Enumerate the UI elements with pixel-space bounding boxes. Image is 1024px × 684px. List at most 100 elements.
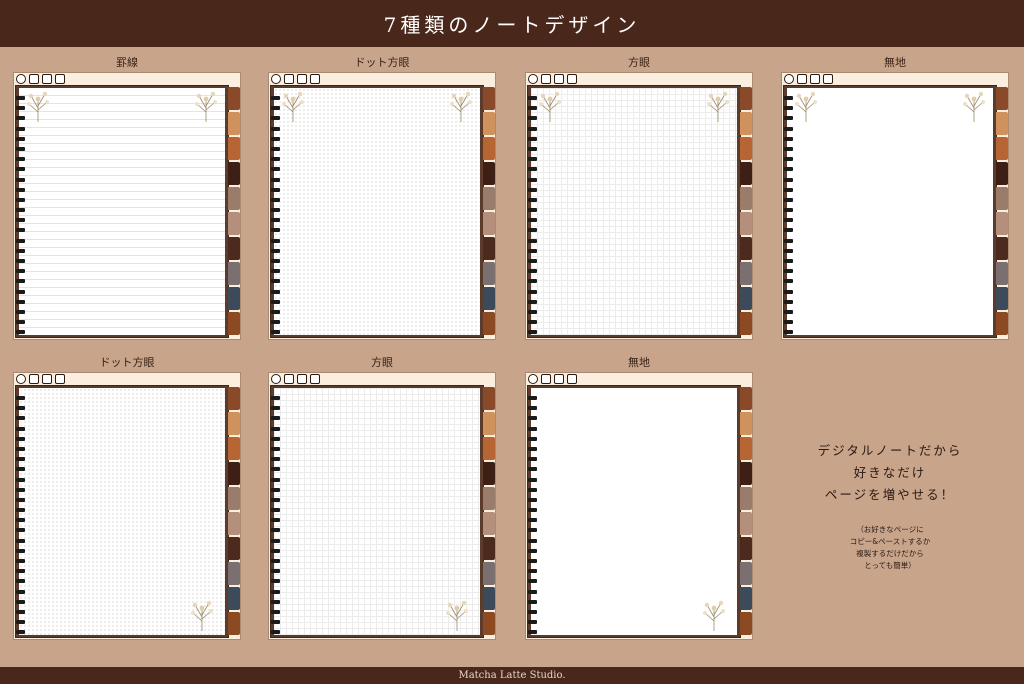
mail-icon[interactable] — [567, 374, 577, 384]
mail-icon[interactable] — [55, 374, 65, 384]
index-tab[interactable] — [483, 87, 495, 110]
home-icon[interactable] — [528, 74, 538, 84]
index-tab[interactable] — [228, 387, 240, 410]
index-tab[interactable] — [228, 562, 240, 585]
index-tab[interactable] — [996, 287, 1008, 310]
notebook-icon[interactable] — [541, 74, 551, 84]
index-tab[interactable] — [740, 387, 752, 410]
index-tab[interactable] — [483, 612, 495, 635]
index-tab[interactable] — [740, 437, 752, 460]
index-tab[interactable] — [740, 612, 752, 635]
notebook-icon[interactable] — [284, 74, 294, 84]
calendar-icon[interactable] — [554, 74, 564, 84]
note-page-plain[interactable] — [531, 388, 737, 635]
index-tab[interactable] — [483, 462, 495, 485]
index-tab[interactable] — [228, 237, 240, 260]
index-tab[interactable] — [740, 262, 752, 285]
index-tab[interactable] — [740, 162, 752, 185]
index-tab[interactable] — [996, 137, 1008, 160]
mail-icon[interactable] — [310, 74, 320, 84]
index-tab[interactable] — [740, 237, 752, 260]
index-tab[interactable] — [483, 137, 495, 160]
mail-icon[interactable] — [823, 74, 833, 84]
index-tab[interactable] — [483, 237, 495, 260]
index-tab[interactable] — [740, 187, 752, 210]
index-tab[interactable] — [740, 137, 752, 160]
index-tab[interactable] — [996, 312, 1008, 335]
home-icon[interactable] — [784, 74, 794, 84]
index-tab[interactable] — [228, 512, 240, 535]
index-tab[interactable] — [483, 587, 495, 610]
mail-icon[interactable] — [55, 74, 65, 84]
index-tab[interactable] — [740, 537, 752, 560]
note-page-grid[interactable] — [274, 388, 480, 635]
calendar-icon[interactable] — [554, 374, 564, 384]
index-tab[interactable] — [996, 187, 1008, 210]
note-page-plain[interactable] — [787, 88, 993, 335]
notebook-icon[interactable] — [541, 374, 551, 384]
home-icon[interactable] — [271, 74, 281, 84]
index-tab[interactable] — [228, 412, 240, 435]
index-tab[interactable] — [483, 212, 495, 235]
index-tab[interactable] — [740, 487, 752, 510]
note-page-grid[interactable] — [531, 88, 737, 335]
home-icon[interactable] — [528, 374, 538, 384]
index-tab[interactable] — [228, 112, 240, 135]
index-tab[interactable] — [483, 262, 495, 285]
mail-icon[interactable] — [310, 374, 320, 384]
index-tab[interactable] — [996, 212, 1008, 235]
index-tab[interactable] — [228, 487, 240, 510]
index-tab[interactable] — [996, 112, 1008, 135]
index-tab[interactable] — [483, 512, 495, 535]
index-tab[interactable] — [740, 512, 752, 535]
calendar-icon[interactable] — [810, 74, 820, 84]
calendar-icon[interactable] — [42, 374, 52, 384]
index-tab[interactable] — [740, 562, 752, 585]
mail-icon[interactable] — [567, 74, 577, 84]
index-tab[interactable] — [483, 537, 495, 560]
index-tab[interactable] — [228, 137, 240, 160]
note-page-lined[interactable] — [19, 88, 225, 335]
index-tab[interactable] — [483, 437, 495, 460]
index-tab[interactable] — [740, 112, 752, 135]
notebook-icon[interactable] — [284, 374, 294, 384]
index-tab[interactable] — [483, 312, 495, 335]
index-tab[interactable] — [228, 587, 240, 610]
index-tab[interactable] — [483, 287, 495, 310]
index-tab[interactable] — [228, 612, 240, 635]
notebook-icon[interactable] — [797, 74, 807, 84]
index-tab[interactable] — [740, 312, 752, 335]
index-tab[interactable] — [483, 487, 495, 510]
index-tab[interactable] — [228, 262, 240, 285]
index-tab[interactable] — [228, 162, 240, 185]
index-tab[interactable] — [228, 462, 240, 485]
index-tab[interactable] — [483, 387, 495, 410]
notebook-icon[interactable] — [29, 74, 39, 84]
index-tab[interactable] — [228, 187, 240, 210]
index-tab[interactable] — [740, 287, 752, 310]
index-tab[interactable] — [228, 87, 240, 110]
index-tab[interactable] — [228, 212, 240, 235]
note-page-dot[interactable] — [274, 88, 480, 335]
index-tab[interactable] — [740, 212, 752, 235]
index-tab[interactable] — [740, 87, 752, 110]
home-icon[interactable] — [271, 374, 281, 384]
index-tab[interactable] — [996, 162, 1008, 185]
index-tab[interactable] — [740, 587, 752, 610]
home-icon[interactable] — [16, 74, 26, 84]
index-tab[interactable] — [996, 87, 1008, 110]
index-tab[interactable] — [740, 412, 752, 435]
index-tab[interactable] — [228, 312, 240, 335]
index-tab[interactable] — [228, 537, 240, 560]
index-tab[interactable] — [228, 287, 240, 310]
note-page-dot[interactable] — [19, 388, 225, 635]
index-tab[interactable] — [483, 162, 495, 185]
home-icon[interactable] — [16, 374, 26, 384]
index-tab[interactable] — [228, 437, 240, 460]
notebook-icon[interactable] — [29, 374, 39, 384]
index-tab[interactable] — [996, 237, 1008, 260]
calendar-icon[interactable] — [297, 74, 307, 84]
calendar-icon[interactable] — [42, 74, 52, 84]
index-tab[interactable] — [740, 462, 752, 485]
calendar-icon[interactable] — [297, 374, 307, 384]
